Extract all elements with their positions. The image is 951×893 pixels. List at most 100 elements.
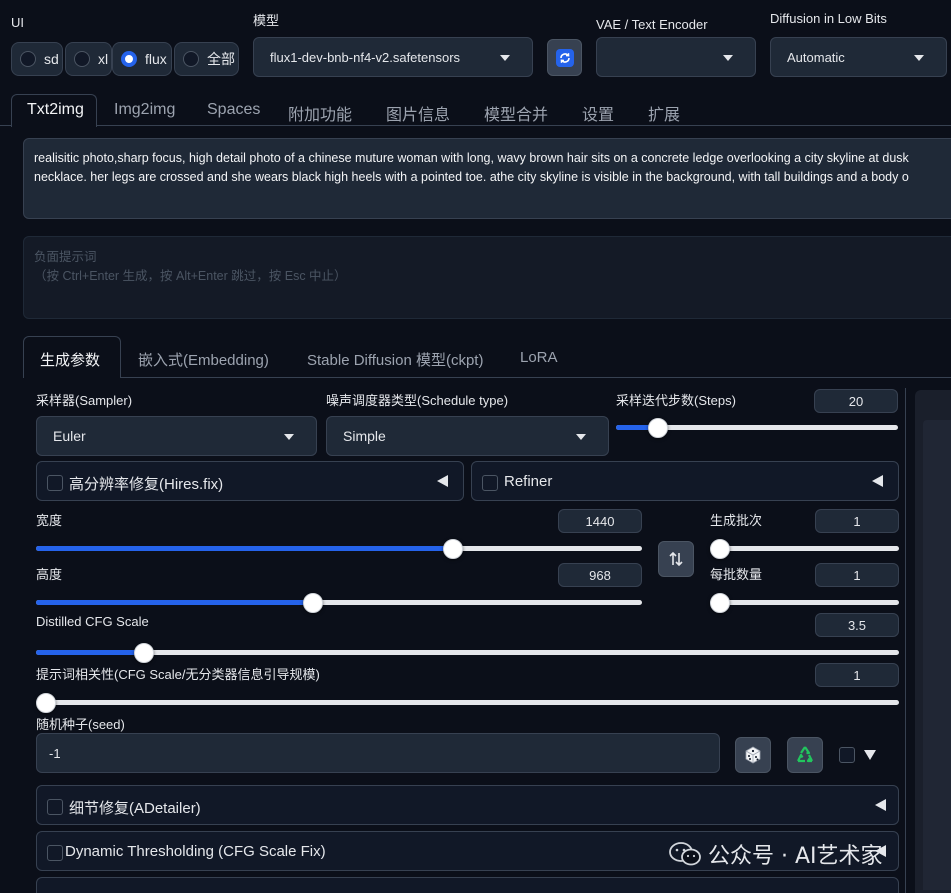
width-slider-thumb[interactable] xyxy=(443,539,463,559)
extra-seed-toggle-icon[interactable] xyxy=(864,750,876,760)
tab-lora[interactable]: LoRA xyxy=(520,349,558,366)
next-accordion[interactable] xyxy=(36,877,899,893)
tab-settings[interactable]: 设置 xyxy=(582,101,614,125)
dynamic-thresholding-accordion[interactable]: Dynamic Thresholding (CFG Scale Fix) xyxy=(36,831,899,871)
tab-png-info[interactable]: 图片信息 xyxy=(386,101,450,125)
ui-option-label: sd xyxy=(44,51,59,67)
width-slider[interactable] xyxy=(36,546,642,551)
steps-label: 采样迭代步数(Steps) xyxy=(616,393,736,408)
chevron-down-icon xyxy=(914,55,924,61)
collapse-icon[interactable] xyxy=(437,475,448,487)
height-input[interactable]: 968 xyxy=(558,563,642,587)
width-slider-fill xyxy=(36,546,453,551)
chevron-down-icon xyxy=(284,434,294,440)
refiner-checkbox[interactable] xyxy=(482,475,498,491)
tab-spaces[interactable]: Spaces xyxy=(207,101,260,119)
sampler-dropdown[interactable]: Euler xyxy=(36,416,317,456)
cfg-scale-slider[interactable] xyxy=(36,700,899,705)
cfg-scale-label: 提示词相关性(CFG Scale/无分类器信息引导规模) xyxy=(36,667,320,682)
collapse-icon[interactable] xyxy=(875,845,886,857)
batch-size-slider[interactable] xyxy=(710,600,899,605)
gallery-panel xyxy=(915,390,951,893)
seed-value: -1 xyxy=(49,745,61,761)
refresh-checkpoint-button[interactable] xyxy=(547,39,582,76)
height-slider[interactable] xyxy=(36,600,642,605)
negative-prompt-hint: （按 Ctrl+Enter 生成，按 Alt+Enter 跳过，按 Esc 中止… xyxy=(34,269,347,283)
tab-txt2img[interactable]: Txt2img xyxy=(27,101,84,119)
ui-option-label: flux xyxy=(145,51,167,67)
chevron-down-icon xyxy=(576,434,586,440)
low-bits-value: Automatic xyxy=(787,49,845,65)
batch-size-slider-thumb[interactable] xyxy=(710,593,730,613)
schedule-dropdown[interactable]: Simple xyxy=(326,416,609,456)
negative-prompt-textarea[interactable]: 负面提示词 （按 Ctrl+Enter 生成，按 Alt+Enter 跳过，按 … xyxy=(23,236,951,319)
sampler-label: 采样器(Sampler) xyxy=(36,393,133,408)
tab-embedding[interactable]: 嵌入式(Embedding) xyxy=(138,349,269,370)
ui-option-label: 全部 xyxy=(207,51,235,67)
vae-label: VAE / Text Encoder xyxy=(596,17,708,32)
refiner-label: Refiner xyxy=(504,473,553,490)
prompt-line-1: realisitic photo,sharp focus, high detai… xyxy=(34,151,909,165)
extra-seed-checkbox[interactable] xyxy=(839,747,855,763)
height-slider-fill xyxy=(36,600,313,605)
collapse-icon[interactable] xyxy=(875,799,886,811)
sampler-value: Euler xyxy=(53,428,86,444)
hires-fix-checkbox[interactable] xyxy=(47,475,63,491)
checkpoint-value: flux1-dev-bnb-nf4-v2.safetensors xyxy=(270,49,461,65)
gallery-divider xyxy=(905,388,906,893)
checkpoint-dropdown[interactable]: flux1-dev-bnb-nf4-v2.safetensors xyxy=(253,37,533,77)
collapse-icon[interactable] xyxy=(872,475,883,487)
recycle-icon xyxy=(797,746,813,763)
hires-fix-label: 高分辨率修复(Hires.fix) xyxy=(69,476,224,493)
ui-option-all[interactable]: 全部 xyxy=(174,42,239,76)
adetailer-checkbox[interactable] xyxy=(47,799,63,815)
refiner-accordion[interactable]: Refiner xyxy=(471,461,899,501)
seed-input[interactable]: -1 xyxy=(36,733,720,773)
tab-extensions[interactable]: 扩展 xyxy=(648,101,680,125)
tab-img2img[interactable]: Img2img xyxy=(114,101,175,119)
radio-icon xyxy=(20,51,36,67)
seed-label: 随机种子(seed) xyxy=(36,717,125,732)
radio-selected-icon xyxy=(121,51,137,67)
distilled-cfg-slider[interactable] xyxy=(36,650,899,655)
height-slider-thumb[interactable] xyxy=(303,593,323,613)
tab-checkpoints[interactable]: Stable Diffusion 模型(ckpt) xyxy=(307,349,483,370)
adetailer-accordion[interactable]: 细节修复(ADetailer) xyxy=(36,785,899,825)
swap-dimensions-button[interactable] xyxy=(658,541,694,577)
schedule-value: Simple xyxy=(343,428,386,444)
batch-count-slider-thumb[interactable] xyxy=(710,539,730,559)
tab-generation[interactable]: 生成参数 xyxy=(40,349,100,370)
swap-icon xyxy=(669,551,683,567)
dice-icon xyxy=(745,746,761,764)
chevron-down-icon xyxy=(723,55,733,61)
dynamic-thresholding-checkbox[interactable] xyxy=(47,845,63,861)
distilled-cfg-label: Distilled CFG Scale xyxy=(36,614,149,629)
ui-option-flux[interactable]: flux xyxy=(112,42,172,76)
batch-count-input[interactable]: 1 xyxy=(815,509,899,533)
tab-checkpoint-merger[interactable]: 模型合并 xyxy=(484,101,548,125)
cfg-scale-input[interactable]: 1 xyxy=(815,663,899,687)
low-bits-dropdown[interactable]: Automatic xyxy=(770,37,947,77)
schedule-label: 噪声调度器类型(Schedule type) xyxy=(326,393,509,408)
random-seed-button[interactable] xyxy=(735,737,771,773)
batch-size-input[interactable]: 1 xyxy=(815,563,899,587)
steps-slider-thumb[interactable] xyxy=(648,418,668,438)
hires-fix-accordion[interactable]: 高分辨率修复(Hires.fix) xyxy=(36,461,464,501)
dynamic-thresholding-label: Dynamic Thresholding (CFG Scale Fix) xyxy=(65,843,326,860)
distilled-cfg-input[interactable]: 3.5 xyxy=(815,613,899,637)
width-input[interactable]: 1440 xyxy=(558,509,642,533)
ui-option-label: xl xyxy=(98,51,109,67)
prompt-textarea[interactable]: realisitic photo,sharp focus, high detai… xyxy=(23,138,951,219)
vae-dropdown[interactable] xyxy=(596,37,756,77)
width-label: 宽度 xyxy=(36,513,63,528)
refresh-icon xyxy=(555,48,574,67)
tab-extras[interactable]: 附加功能 xyxy=(288,101,352,125)
ui-option-sd[interactable]: sd xyxy=(11,42,63,76)
reuse-seed-button[interactable] xyxy=(787,737,823,773)
cfg-scale-slider-thumb[interactable] xyxy=(36,693,56,713)
steps-input[interactable]: 20 xyxy=(814,389,898,413)
radio-icon xyxy=(183,51,199,67)
ui-option-xl[interactable]: xl xyxy=(65,42,112,76)
distilled-cfg-slider-thumb[interactable] xyxy=(134,643,154,663)
batch-count-slider[interactable] xyxy=(710,546,899,551)
